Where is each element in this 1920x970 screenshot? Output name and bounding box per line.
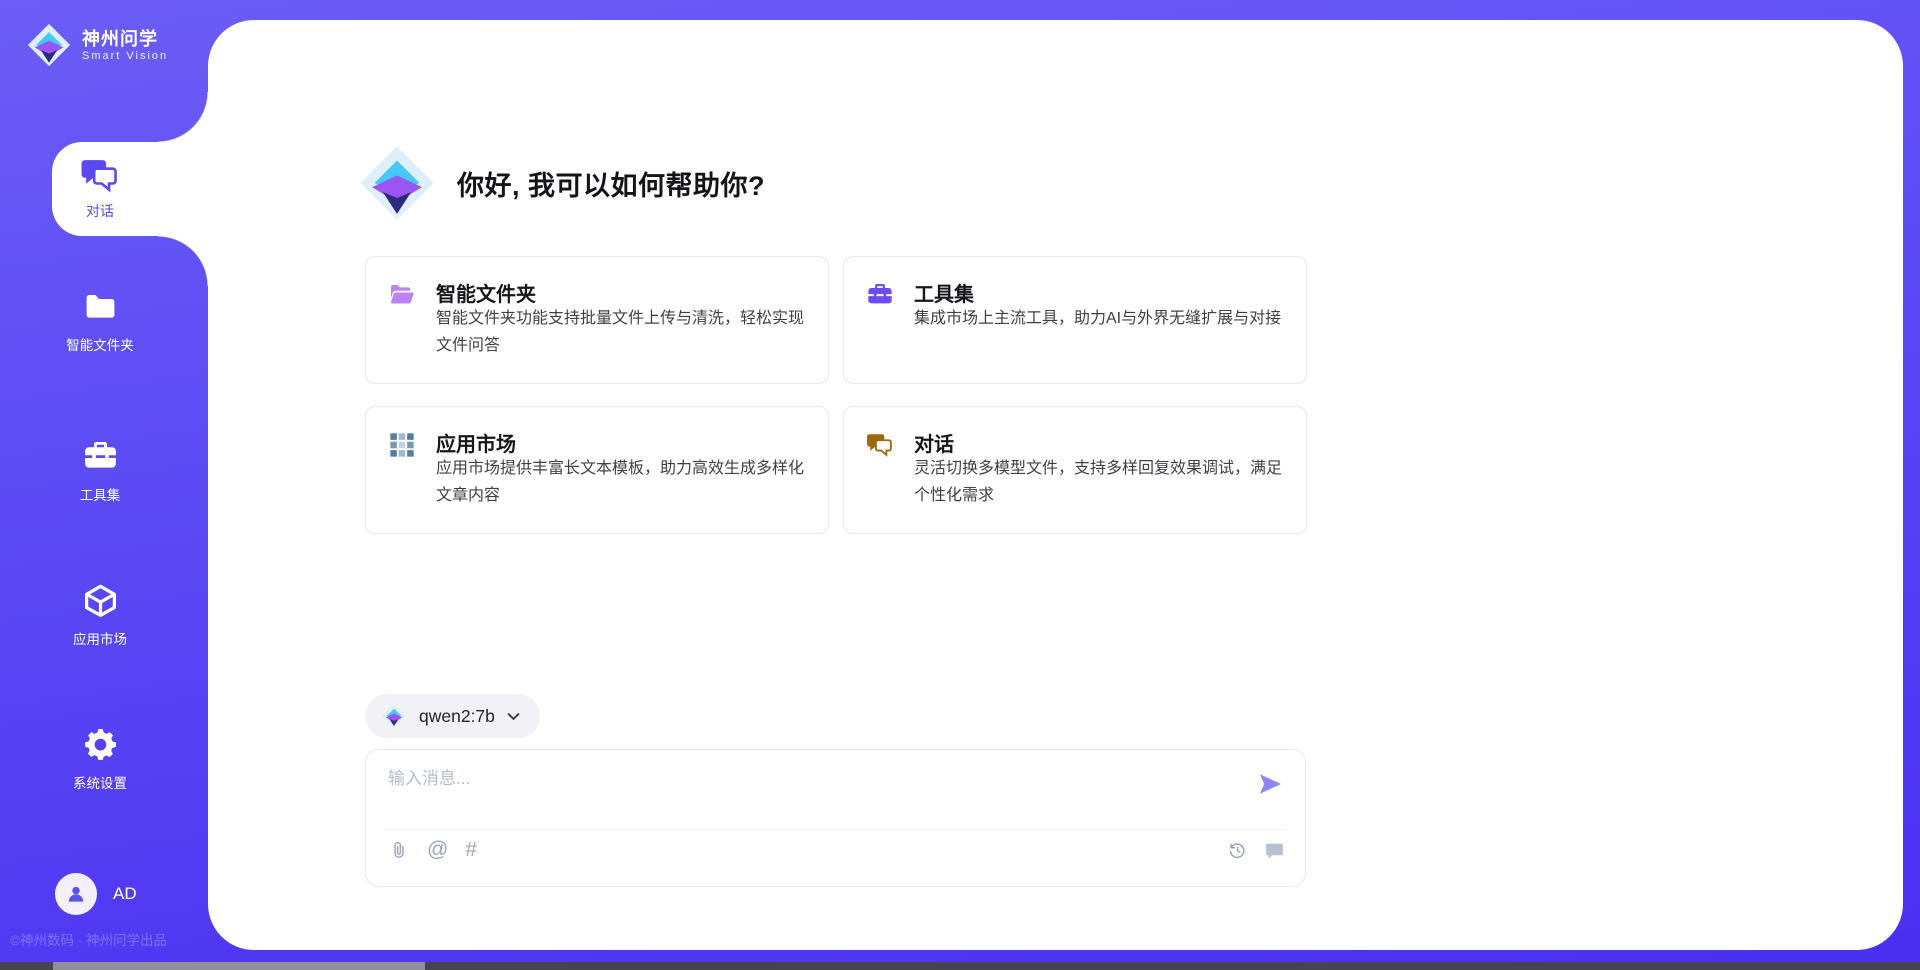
sidebar-item-chat[interactable]: 对话 (52, 142, 208, 236)
attachment-icon[interactable] (388, 839, 410, 861)
brand-name: 神州问学 (82, 28, 168, 50)
brand-subtitle: Smart Vision (82, 50, 168, 63)
sidebar: 神州问学 Smart Vision 对话 智能文件夹 工具集 应用市场 系统设置 (0, 0, 208, 970)
sidebar-item-system-settings[interactable]: 系统设置 (0, 726, 200, 792)
tab-fillet-bottom (158, 236, 208, 286)
greeting: 你好, 我可以如何帮助你? (357, 143, 765, 223)
card-description: 应用市场提供丰富长文本模板，助力高效生成多样化文章内容 (436, 455, 808, 509)
model-name: qwen2:7b (419, 706, 495, 727)
card-title: 对话 (914, 428, 954, 457)
card-chat[interactable]: 对话 灵活切换多模型文件，支持多样回复效果调试，满足个性化需求 (843, 406, 1307, 534)
card-smart-folder[interactable]: 智能文件夹 智能文件夹功能支持批量文件上传与清洗，轻松实现文件问答 (365, 256, 829, 384)
mention-icon[interactable]: @ (427, 838, 448, 862)
message-composer: @ # (365, 749, 1306, 887)
copyright-text: ©神州数码 · 神州问学出品 (10, 929, 205, 949)
message-input[interactable] (388, 764, 1228, 820)
chat-icon (866, 431, 894, 459)
composer-tools: @ # (388, 838, 477, 862)
grid-icon (388, 431, 416, 459)
sidebar-item-toolset[interactable]: 工具集 (0, 438, 200, 504)
card-description: 灵活切换多模型文件，支持多样回复效果调试，满足个性化需求 (914, 455, 1286, 509)
card-app-market[interactable]: 应用市场 应用市场提供丰富长文本模板，助力高效生成多样化文章内容 (365, 406, 829, 534)
sidebar-item-label: 对话 (86, 201, 114, 221)
model-selector[interactable]: qwen2:7b (365, 694, 540, 738)
chevron-down-icon (507, 712, 520, 721)
sidebar-item-label: 工具集 (80, 484, 121, 504)
sidebar-item-smart-folder[interactable]: 智能文件夹 (0, 288, 200, 354)
folder-icon (82, 288, 119, 325)
cube-icon (82, 582, 119, 619)
send-button[interactable] (1255, 770, 1285, 800)
avatar[interactable] (55, 873, 97, 915)
send-icon (1256, 770, 1284, 798)
sidebar-item-label: 智能文件夹 (66, 334, 134, 354)
assistant-logo-icon (357, 143, 437, 223)
card-description: 集成市场上主流工具，助力AI与外界无缝扩展与对接 (914, 305, 1286, 332)
sidebar-item-label: 应用市场 (73, 628, 127, 648)
user-row: AD (55, 873, 137, 915)
card-description: 智能文件夹功能支持批量文件上传与清洗，轻松实现文件问答 (436, 305, 808, 359)
feature-cards: 智能文件夹 智能文件夹功能支持批量文件上传与清洗，轻松实现文件问答 工具集 集成… (365, 256, 1307, 534)
history-icon[interactable] (1227, 840, 1248, 861)
composer-divider (384, 829, 1287, 830)
briefcase-icon (866, 281, 894, 309)
person-icon (64, 882, 88, 906)
card-title: 应用市场 (436, 428, 516, 457)
model-logo-icon (381, 703, 407, 729)
brand-logo-icon (26, 22, 72, 68)
card-title: 智能文件夹 (436, 278, 536, 307)
app-background: 神州问学 Smart Vision 对话 智能文件夹 工具集 应用市场 系统设置 (0, 0, 1920, 970)
sidebar-item-label: 系统设置 (73, 772, 127, 792)
horizontal-scrollbar[interactable] (0, 962, 1920, 970)
greeting-title: 你好, 我可以如何帮助你? (457, 164, 765, 203)
brand: 神州问学 Smart Vision (26, 22, 168, 68)
hashtag-icon[interactable]: # (465, 838, 477, 862)
chat-bubbles-icon (80, 157, 120, 194)
folder-open-icon (388, 281, 416, 309)
tab-fillet-top (158, 92, 208, 142)
gear-icon (82, 726, 119, 763)
briefcase-icon (82, 438, 119, 475)
scrollbar-thumb[interactable] (53, 962, 425, 970)
sidebar-item-app-market[interactable]: 应用市场 (0, 582, 200, 648)
chat-bubble-icon[interactable] (1264, 840, 1285, 861)
user-initials: AD (113, 884, 137, 904)
composer-actions (1227, 840, 1285, 861)
card-title: 工具集 (914, 278, 974, 307)
brand-text: 神州问学 Smart Vision (82, 28, 168, 63)
card-toolset[interactable]: 工具集 集成市场上主流工具，助力AI与外界无缝扩展与对接 (843, 256, 1307, 384)
